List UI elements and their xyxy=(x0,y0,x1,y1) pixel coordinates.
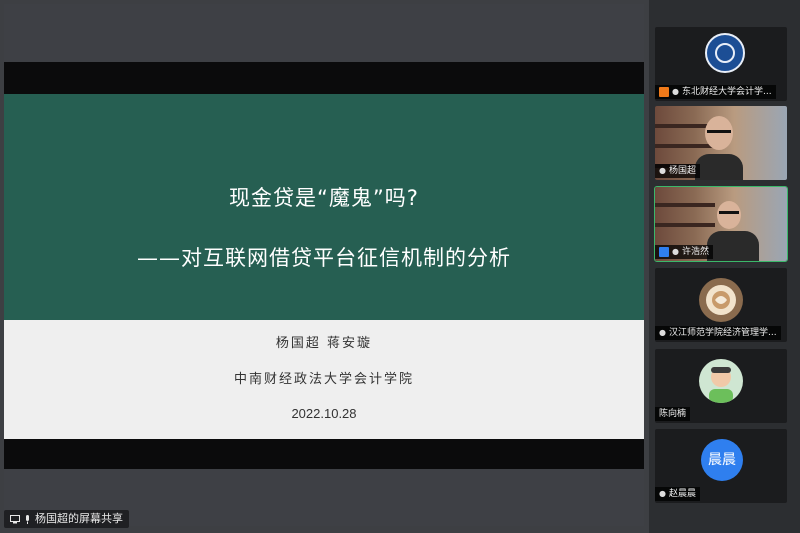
meeting-window: 现金贷是“魔鬼”吗? ——对互联网借贷平台征信机制的分析 杨国超 蒋安璇 中南财… xyxy=(0,0,800,533)
slide-date: 2022.10.28 xyxy=(291,406,357,421)
slide-title: 现金贷是“魔鬼”吗? xyxy=(229,186,419,210)
participant-name: 东北财经大学会计学... xyxy=(681,87,772,97)
microphone-icon: ● xyxy=(672,247,679,256)
slide-subtitle: ——对互联网借贷平台征信机制的分析 xyxy=(137,246,511,270)
microphone-icon xyxy=(24,514,31,524)
participant-avatar xyxy=(699,359,743,403)
participant-name: 杨国超 xyxy=(668,166,696,176)
participant-name: 许浩然 xyxy=(681,247,709,257)
presentation-slide: 现金贷是“魔鬼”吗? ——对互联网借贷平台征信机制的分析 杨国超 蒋安璇 中南财… xyxy=(4,94,644,439)
slide-info-band: 杨国超 蒋安璇 中南财经政法大学会计学院 2022.10.28 xyxy=(4,320,644,439)
slide-authors: 杨国超 蒋安璇 xyxy=(275,336,373,351)
university-logo xyxy=(705,33,745,73)
microphone-icon: ● xyxy=(659,166,666,175)
screen-share-icon xyxy=(10,514,20,524)
microphone-icon: ● xyxy=(659,489,666,498)
participant-tile[interactable]: ● 杨国超 xyxy=(655,106,787,180)
participant-tile[interactable]: 晨晨 ● 赵晨晨 xyxy=(655,429,787,503)
participant-label: 陈向楠 xyxy=(655,407,691,421)
participant-avatar xyxy=(699,278,743,322)
microphone-icon: ● xyxy=(659,328,666,337)
slide-top-letterbox xyxy=(4,62,644,94)
screen-share-view[interactable]: 现金贷是“魔鬼”吗? ——对互联网借贷平台征信机制的分析 杨国超 蒋安璇 中南财… xyxy=(4,4,644,526)
cohost-badge-icon xyxy=(659,247,669,257)
microphone-icon: ● xyxy=(672,87,679,96)
participant-label: ● 许浩然 xyxy=(655,245,713,259)
participant-tile[interactable]: 陈向楠 xyxy=(655,349,787,423)
participant-label: ● 东北财经大学会计学... xyxy=(655,85,776,99)
host-badge-icon xyxy=(659,87,669,97)
participant-tile[interactable]: ● 东北财经大学会计学... xyxy=(655,27,787,101)
slide-bottom-letterbox xyxy=(4,439,644,469)
screen-share-owner: 杨国超的屏幕共享 xyxy=(35,512,123,525)
participant-name: 陈向楠 xyxy=(659,409,687,419)
participant-tile[interactable]: ● 许浩然 xyxy=(654,186,788,262)
slide-school: 中南财经政法大学会计学院 xyxy=(233,372,414,387)
participant-label: ● 杨国超 xyxy=(655,164,700,178)
participant-label: ● 赵晨晨 xyxy=(655,487,700,501)
participant-panel: ● 东北财经大学会计学... ● 杨国超 ● 许浩然 ● 汉江师范学院经济管理学… xyxy=(649,0,800,533)
participant-name: 赵晨晨 xyxy=(668,489,696,499)
slide-title-band: 现金贷是“魔鬼”吗? ——对互联网借贷平台征信机制的分析 xyxy=(4,94,644,320)
participant-avatar: 晨晨 xyxy=(701,439,743,481)
participant-name: 汉江师范学院经济管理学... xyxy=(668,328,777,338)
screen-share-label: 杨国超的屏幕共享 xyxy=(4,510,129,528)
participant-tile[interactable]: ● 汉江师范学院经济管理学... xyxy=(655,268,787,342)
participant-label: ● 汉江师范学院经济管理学... xyxy=(655,326,781,340)
